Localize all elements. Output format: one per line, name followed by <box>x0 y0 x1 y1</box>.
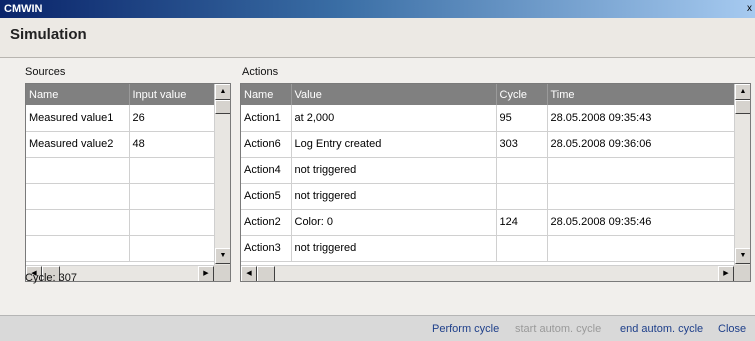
table-row[interactable]: Action5 not triggered <box>241 183 735 210</box>
sources-vscroll-thumb[interactable] <box>215 100 230 114</box>
actions-cell[interactable]: 95 <box>496 105 548 132</box>
end-autom-cycle-button[interactable]: end autom. cycle <box>620 323 703 335</box>
actions-cell[interactable]: Action1 <box>241 105 292 132</box>
sources-cell[interactable] <box>129 209 216 236</box>
actions-cell[interactable]: not triggered <box>291 235 497 262</box>
actions-column-header[interactable]: Name <box>241 84 292 105</box>
window-close-icon[interactable]: x <box>747 0 752 18</box>
sources-cell[interactable] <box>129 183 216 210</box>
actions-cell[interactable]: Action5 <box>241 183 292 210</box>
actions-vscroll-thumb[interactable] <box>735 100 750 114</box>
table-row[interactable]: Measured value2 48 <box>26 131 216 158</box>
sources-column-header[interactable]: Input value <box>129 84 216 105</box>
actions-cell[interactable]: Log Entry created <box>291 131 497 158</box>
sources-cell[interactable]: Measured value2 <box>26 131 130 158</box>
sources-cell[interactable]: Measured value1 <box>26 105 130 132</box>
actions-cell[interactable] <box>496 157 548 184</box>
actions-cell[interactable]: Action2 <box>241 209 292 236</box>
actions-cell[interactable]: at 2,000 <box>291 105 497 132</box>
sources-cell[interactable] <box>26 209 130 236</box>
actions-cell[interactable]: not triggered <box>291 157 497 184</box>
scroll-left-icon[interactable]: ◀ <box>241 266 257 281</box>
actions-hscroll-thumb[interactable] <box>257 266 275 281</box>
window-title: CMWIN <box>4 3 43 15</box>
sources-scroll-corner <box>214 265 230 281</box>
table-row[interactable]: Action4 not triggered <box>241 157 735 184</box>
actions-cell[interactable] <box>496 183 548 210</box>
scroll-up-icon[interactable]: ▲ <box>735 84 750 100</box>
perform-cycle-button[interactable]: Perform cycle <box>432 323 499 335</box>
actions-cell[interactable]: Action3 <box>241 235 292 262</box>
scroll-right-icon[interactable]: ▶ <box>198 266 214 281</box>
actions-cell[interactable] <box>496 235 548 262</box>
sources-cell[interactable]: 48 <box>129 131 216 158</box>
actions-horizontal-scrollbar[interactable]: ◀ ▶ <box>241 265 734 281</box>
actions-grid[interactable]: Name Value Cycle Time Action1 at 2,000 95 28.… <box>240 83 751 282</box>
sources-grid[interactable]: Name Input value Measured value1 26 Measure… <box>25 83 231 282</box>
sources-vertical-scrollbar[interactable]: ▲ ▼ <box>214 84 230 265</box>
table-row[interactable] <box>26 157 216 184</box>
actions-column-header[interactable]: Cycle <box>496 84 548 105</box>
footer-bar: Perform cycle start autom. cycle end aut… <box>0 315 755 341</box>
page-header: Simulation <box>0 18 755 58</box>
scroll-down-icon[interactable]: ▼ <box>735 248 750 264</box>
close-button[interactable]: Close <box>718 323 746 335</box>
scroll-up-icon[interactable]: ▲ <box>215 84 230 100</box>
table-row[interactable] <box>26 183 216 210</box>
sources-label: Sources <box>25 66 66 78</box>
table-row[interactable]: Measured value1 26 <box>26 105 216 132</box>
sources-cell[interactable] <box>26 235 130 262</box>
actions-cell[interactable]: 28.05.2008 09:35:46 <box>547 209 735 236</box>
scroll-right-icon[interactable]: ▶ <box>718 266 734 281</box>
actions-cell[interactable]: 303 <box>496 131 548 158</box>
actions-cell[interactable]: not triggered <box>291 183 497 210</box>
table-row[interactable]: Action6 Log Entry created 303 28.05.2008 09… <box>241 131 735 158</box>
actions-cell[interactable]: Action4 <box>241 157 292 184</box>
actions-cell[interactable]: 28.05.2008 09:36:06 <box>547 131 735 158</box>
sources-header-row: Name Input value <box>26 84 216 105</box>
table-row[interactable]: Action1 at 2,000 95 28.05.2008 09:35:43 <box>241 105 735 132</box>
scroll-down-icon[interactable]: ▼ <box>215 248 230 264</box>
actions-cell[interactable] <box>547 157 735 184</box>
table-row[interactable] <box>26 209 216 236</box>
actions-cell[interactable]: 28.05.2008 09:35:43 <box>547 105 735 132</box>
sources-cell[interactable] <box>26 157 130 184</box>
table-row[interactable] <box>26 235 216 262</box>
sources-cell[interactable] <box>129 235 216 262</box>
actions-cell[interactable]: Color: 0 <box>291 209 497 236</box>
actions-cell[interactable]: Action6 <box>241 131 292 158</box>
sources-cell[interactable] <box>129 157 216 184</box>
actions-cell[interactable]: 124 <box>496 209 548 236</box>
sources-cell[interactable]: 26 <box>129 105 216 132</box>
actions-vertical-scrollbar[interactable]: ▲ ▼ <box>734 84 750 265</box>
sources-column-header[interactable]: Name <box>26 84 130 105</box>
start-autom-cycle-button[interactable]: start autom. cycle <box>515 323 601 335</box>
actions-cell[interactable] <box>547 235 735 262</box>
page-title: Simulation <box>10 26 87 43</box>
actions-column-header[interactable]: Time <box>547 84 735 105</box>
table-row[interactable]: Action2 Color: 0 124 28.05.2008 09:35:46 <box>241 209 735 236</box>
window-titlebar: CMWIN x <box>0 0 755 18</box>
actions-column-header[interactable]: Value <box>291 84 497 105</box>
sources-cell[interactable] <box>26 183 130 210</box>
actions-label: Actions <box>242 66 279 78</box>
cycle-status: Cycle: 307 <box>25 272 77 284</box>
actions-scroll-corner <box>734 265 750 281</box>
actions-header-row: Name Value Cycle Time <box>241 84 735 105</box>
actions-cell[interactable] <box>547 183 735 210</box>
table-row[interactable]: Action3 not triggered <box>241 235 735 262</box>
